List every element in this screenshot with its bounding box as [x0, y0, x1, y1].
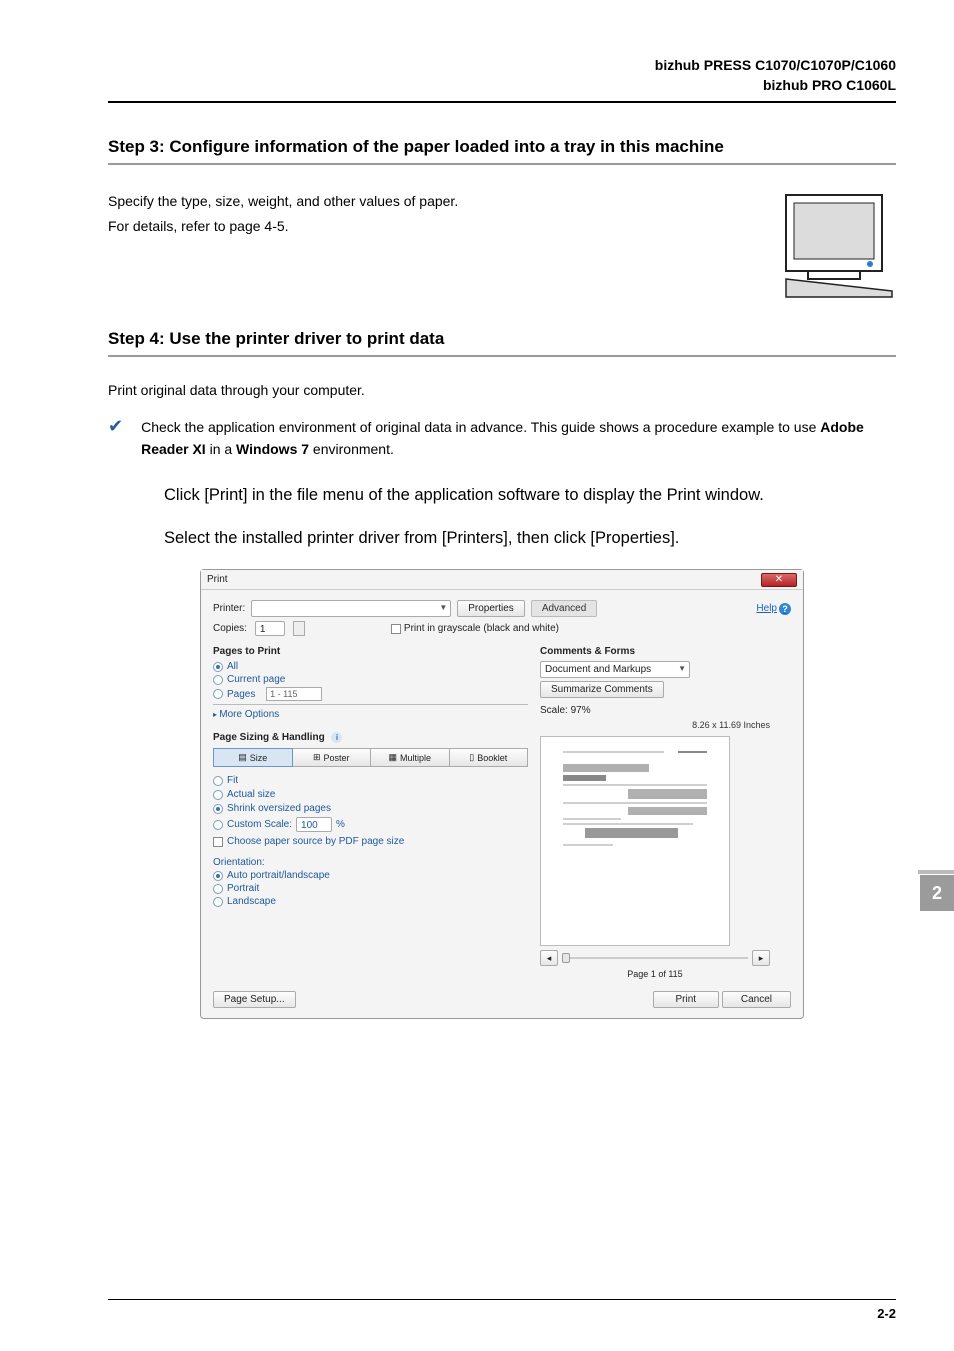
step3-text: Specify the type, size, weight, and othe… [108, 189, 458, 299]
close-button[interactable]: ✕ [761, 573, 797, 587]
radio-auto-orient[interactable]: Auto portrait/landscape [213, 870, 528, 881]
instruction-2: Select the installed printer driver from… [164, 525, 896, 551]
check-note: ✔ Check the application environment of o… [108, 416, 896, 461]
tab-poster[interactable]: ⊞Poster [293, 748, 372, 767]
radio-fit[interactable]: Fit [213, 775, 528, 786]
radio-icon [213, 689, 223, 699]
chevron-down-icon: ▼ [439, 603, 447, 612]
help-icon: ? [779, 603, 791, 615]
more-options[interactable]: More Options [213, 709, 528, 720]
radio-all[interactable]: All [213, 661, 528, 672]
choose-paper-source-checkbox[interactable]: Choose paper source by PDF page size [213, 836, 528, 847]
dialog-titlebar: Print ✕ [201, 570, 803, 590]
print-button[interactable]: Print [653, 991, 720, 1008]
scale-info: Scale: 97% [540, 705, 770, 716]
prev-page-button[interactable]: ◂ [540, 950, 558, 966]
pages-to-print-heading: Pages to Print [213, 646, 528, 657]
checkbox-icon [213, 837, 223, 847]
dialog-title: Print [207, 574, 228, 585]
tab-multiple[interactable]: ▦Multiple [371, 748, 450, 767]
summarize-comments-button[interactable]: Summarize Comments [540, 681, 664, 698]
step3-p1: Specify the type, size, weight, and othe… [108, 189, 458, 214]
paper-dimensions: 8.26 x 11.69 Inches [540, 720, 770, 730]
checkbox-icon [391, 624, 401, 634]
multiple-icon: ▦ [388, 752, 397, 763]
copies-field[interactable]: 1 [255, 621, 285, 636]
radio-icon [213, 884, 223, 894]
sizing-tabs: ▤Size ⊞Poster ▦Multiple ▯Booklet [213, 748, 528, 767]
instruction-1: Click [Print] in the file menu of the ap… [164, 482, 896, 508]
header-line-2: bizhub PRO C1060L [108, 76, 896, 96]
step3-title: Step 3: Configure information of the pap… [108, 137, 896, 165]
orientation-label: Orientation: [213, 857, 528, 868]
help-link[interactable]: Help ? [756, 603, 791, 615]
radio-icon [213, 804, 223, 814]
check-text: Check the application environment of ori… [141, 416, 896, 461]
next-page-button[interactable]: ▸ [752, 950, 770, 966]
radio-icon [213, 871, 223, 881]
monitor-illustration [776, 189, 896, 299]
advanced-button[interactable]: Advanced [531, 600, 597, 617]
comments-combo[interactable]: Document and Markups ▼ [540, 661, 690, 678]
radio-icon [213, 790, 223, 800]
cancel-button[interactable]: Cancel [722, 991, 791, 1008]
printer-label: Printer: [213, 603, 245, 614]
radio-icon [213, 776, 223, 786]
size-icon: ▤ [238, 752, 247, 763]
preview-nav: ◂ ▸ [540, 950, 770, 966]
page-slider[interactable] [562, 951, 748, 965]
radio-icon [213, 820, 223, 830]
header-line-1: bizhub PRESS C1070/C1070P/C1060 [108, 56, 896, 76]
printer-combo[interactable]: ▼ [251, 600, 451, 617]
section-tab: 2 [920, 875, 954, 911]
radio-shrink[interactable]: Shrink oversized pages [213, 803, 528, 814]
step3-p2: For details, refer to page 4-5. [108, 214, 458, 239]
radio-portrait[interactable]: Portrait [213, 883, 528, 894]
properties-button[interactable]: Properties [457, 600, 525, 617]
step4-p1: Print original data through your compute… [108, 379, 896, 401]
comments-forms-heading: Comments & Forms [540, 646, 770, 657]
radio-icon [213, 897, 223, 907]
radio-landscape[interactable]: Landscape [213, 896, 528, 907]
radio-custom-scale[interactable]: Custom Scale: 100 % [213, 817, 528, 832]
copies-stepper[interactable] [293, 621, 305, 636]
step4-title: Step 4: Use the printer driver to print … [108, 329, 896, 357]
tab-size[interactable]: ▤Size [213, 748, 293, 767]
sizing-handling-heading: Page Sizing & Handling [213, 732, 325, 743]
print-dialog: Print ✕ Printer: ▼ Properties Advanced H… [200, 569, 804, 1019]
radio-icon [213, 662, 223, 672]
print-preview [540, 736, 730, 946]
pages-input[interactable]: 1 - 115 [266, 687, 322, 701]
chevron-down-icon: ▼ [678, 664, 686, 673]
page-number: 2-2 [108, 1299, 896, 1321]
info-icon[interactable]: i [331, 732, 342, 743]
radio-actual[interactable]: Actual size [213, 789, 528, 800]
page-setup-button[interactable]: Page Setup... [213, 991, 296, 1008]
radio-current[interactable]: Current page [213, 674, 528, 685]
poster-icon: ⊞ [313, 752, 321, 763]
radio-pages[interactable]: Pages 1 - 115 [213, 687, 528, 701]
page-indicator: Page 1 of 115 [540, 969, 770, 979]
tab-booklet[interactable]: ▯Booklet [450, 748, 529, 767]
preview-page [563, 751, 707, 931]
copies-label: Copies: [213, 623, 247, 634]
side-tab-shadow [918, 870, 954, 874]
document-header: bizhub PRESS C1070/C1070P/C1060 bizhub P… [108, 56, 896, 103]
grayscale-checkbox[interactable]: Print in grayscale (black and white) [391, 623, 559, 634]
radio-icon [213, 675, 223, 685]
custom-scale-field[interactable]: 100 [296, 817, 332, 832]
booklet-icon: ▯ [469, 752, 474, 763]
checkmark-icon: ✔ [108, 416, 123, 461]
